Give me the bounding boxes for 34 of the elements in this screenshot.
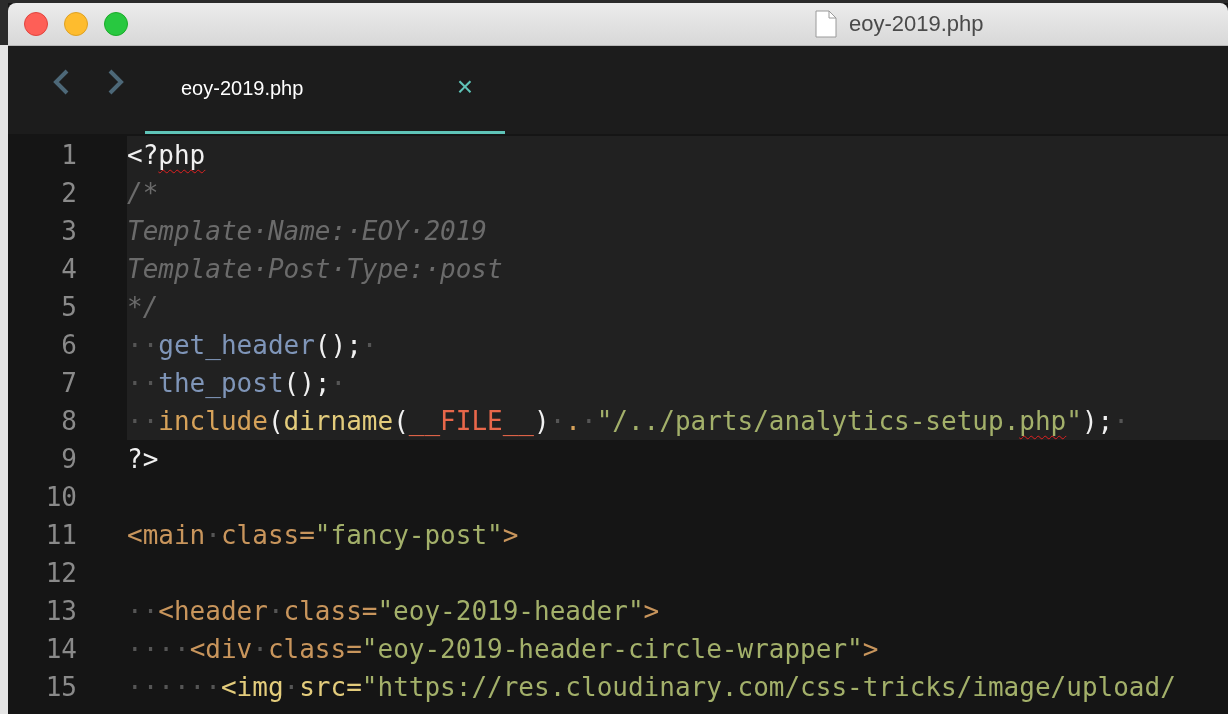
line-number: 2	[60, 178, 77, 208]
line-number: 5	[60, 292, 77, 322]
line-number: 4	[60, 254, 77, 284]
line-number: 8	[60, 406, 77, 436]
line-number: 10	[44, 482, 77, 512]
code-line: ··<header·class="eoy-2019-header">	[127, 596, 660, 626]
code-line: ··the_post();·	[127, 368, 347, 398]
code-line: Template·Name:·EOY·2019	[127, 216, 488, 246]
close-window-button[interactable]	[24, 12, 48, 36]
code-line: Template·Post·Type:·post	[127, 254, 503, 284]
code-line: /*	[127, 178, 159, 208]
zoom-window-button[interactable]	[104, 12, 128, 36]
code-line: ··include(dirname(__FILE__)·.·"/../parts/analytics-setup.php");·	[127, 406, 1129, 436]
line-number: 11	[44, 520, 77, 550]
code-line: */	[127, 292, 159, 322]
line-number: 15	[44, 672, 77, 702]
code-line: ··get_header();·	[127, 330, 378, 360]
code-line: ····<div·class="eoy-2019-header-circle-wrapper">	[127, 634, 879, 664]
line-number: 14	[44, 634, 77, 664]
line-number: 9	[60, 444, 77, 474]
minimize-window-button[interactable]	[64, 12, 88, 36]
close-tab-button[interactable]: ×	[456, 70, 473, 107]
line-number: 12	[44, 558, 77, 588]
code-line: ······<img·src="https://res.cloudinary.com/css-tricks/image/upload/	[127, 672, 1176, 702]
code-line: ?>	[127, 444, 159, 474]
code-line: <?php	[127, 140, 206, 170]
window-title: eoy-2019.php	[849, 11, 984, 37]
line-number: 3	[60, 216, 77, 246]
line-number: 13	[44, 596, 77, 626]
line-number: 1	[60, 140, 77, 170]
document-icon	[815, 10, 837, 38]
code-line: <main·class="fancy-post">	[127, 520, 519, 550]
line-number: 7	[60, 368, 77, 398]
line-number: 6	[60, 330, 77, 360]
